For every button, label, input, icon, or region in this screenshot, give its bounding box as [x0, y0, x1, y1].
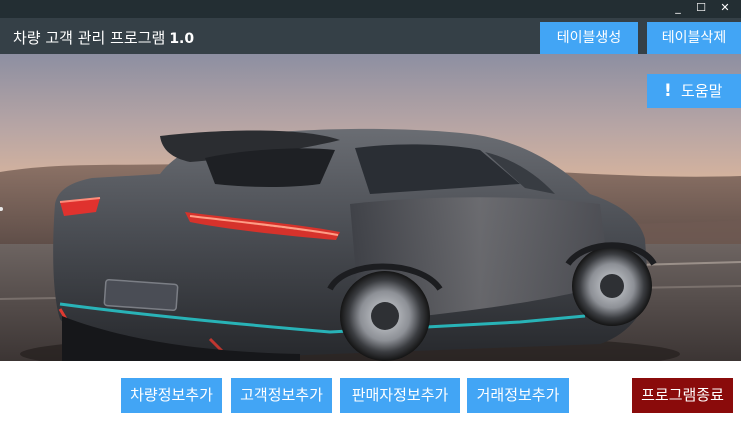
exit-program-button[interactable]: 프로그램종료: [632, 378, 733, 413]
add-transaction-info-button[interactable]: 거래정보추가: [467, 378, 569, 413]
add-customer-info-button[interactable]: 고객정보추가: [231, 378, 332, 413]
add-vehicle-info-button[interactable]: 차량정보추가: [121, 378, 222, 413]
app-title: 차량 고객 관리 프로그램 1.0: [13, 27, 194, 49]
add-seller-info-button[interactable]: 판매자정보추가: [340, 378, 460, 413]
close-icon[interactable]: ✕: [714, 0, 736, 18]
delete-table-button[interactable]: 테이블삭제: [647, 22, 741, 54]
window-titlebar: [0, 0, 741, 18]
minimize-icon[interactable]: _: [667, 0, 689, 18]
help-button[interactable]: ! 도움말: [647, 74, 741, 108]
app-version: 1.0: [169, 31, 195, 47]
maximize-icon[interactable]: ☐: [690, 0, 712, 18]
car-photo: [0, 54, 741, 361]
create-table-button[interactable]: 테이블생성: [540, 22, 638, 54]
exclamation-icon: !: [664, 81, 672, 101]
app-title-text: 차량 고객 관리 프로그램: [13, 29, 166, 47]
help-button-label: 도움말: [681, 82, 723, 100]
